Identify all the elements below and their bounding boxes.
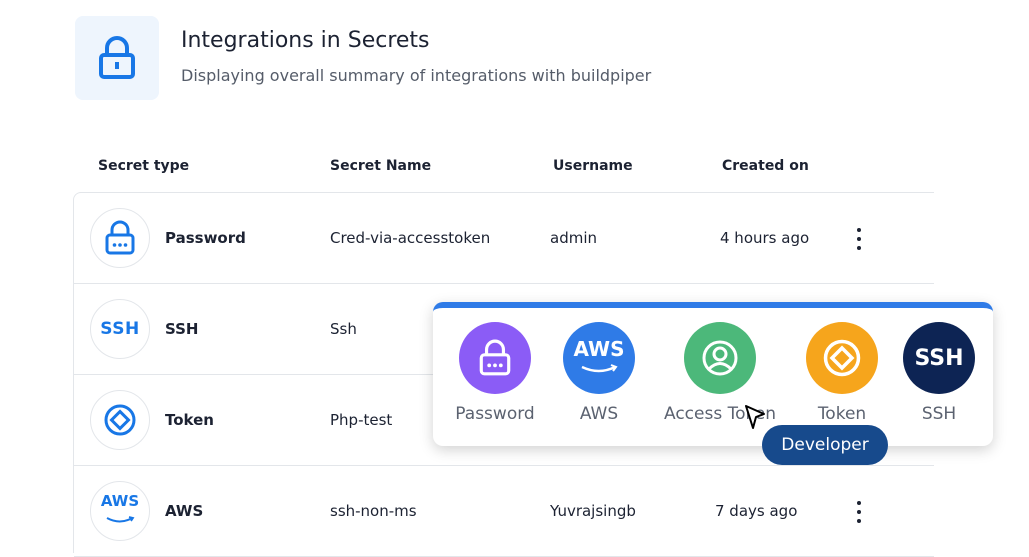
- token-icon: [806, 322, 878, 394]
- created-on: 7 days ago: [715, 502, 798, 520]
- username: Yuvrajsingb: [550, 502, 636, 520]
- column-header-secret-name[interactable]: Secret Name: [330, 158, 431, 174]
- secret-type: AWS: [165, 502, 204, 520]
- ssh-icon: SSH: [903, 322, 975, 394]
- aws-icon-text: AWS: [573, 336, 625, 361]
- header-lock-icon: [75, 16, 159, 100]
- table-row[interactable]: AWS AWS ssh-non-ms Yuvrajsingb 7 days ag…: [74, 466, 934, 557]
- popover-item-label: AWS: [579, 404, 619, 424]
- secret-type: Password: [165, 229, 246, 247]
- user-circle-icon: [684, 322, 756, 394]
- aws-icon: AWS: [563, 322, 635, 394]
- secret-name: Cred-via-accesstoken: [330, 229, 491, 247]
- secret-type: SSH: [165, 320, 199, 338]
- ssh-icon-text: SSH: [100, 319, 140, 339]
- secret-type: Token: [165, 411, 214, 429]
- popover-item-label: SSH: [921, 404, 957, 424]
- secret-name: Php-test: [330, 411, 393, 429]
- ssh-icon: SSH: [90, 299, 150, 359]
- page-title: Integrations in Secrets: [181, 28, 430, 53]
- column-header-created-on[interactable]: Created on: [722, 158, 809, 174]
- password-lock-icon: [459, 322, 531, 394]
- aws-icon-text: AWS: [100, 492, 140, 510]
- username: admin: [550, 229, 597, 247]
- popover-item-ssh[interactable]: SSH SSH: [874, 322, 1004, 424]
- more-options-icon[interactable]: [849, 501, 869, 523]
- created-on: 4 hours ago: [720, 229, 810, 247]
- popover-item-aws[interactable]: AWS AWS: [534, 322, 664, 424]
- password-lock-icon: [90, 208, 150, 268]
- aws-icon: AWS: [90, 481, 150, 541]
- secret-name: ssh-non-ms: [330, 502, 417, 520]
- mouse-cursor-icon: [745, 405, 765, 429]
- ssh-icon-text: SSH: [914, 345, 964, 371]
- secret-name: Ssh: [330, 320, 357, 338]
- table-row[interactable]: Password Cred-via-accesstoken admin 4 ho…: [74, 193, 934, 284]
- developer-tooltip: Developer: [762, 425, 888, 465]
- token-icon: [90, 390, 150, 450]
- page-subtitle: Displaying overall summary of integratio…: [181, 66, 652, 85]
- column-header-username[interactable]: Username: [553, 158, 633, 174]
- secret-type-popover: Password AWS AWS Access Token Token SSH …: [433, 302, 993, 446]
- more-options-icon[interactable]: [849, 228, 869, 250]
- column-header-secret-type[interactable]: Secret type: [98, 158, 189, 174]
